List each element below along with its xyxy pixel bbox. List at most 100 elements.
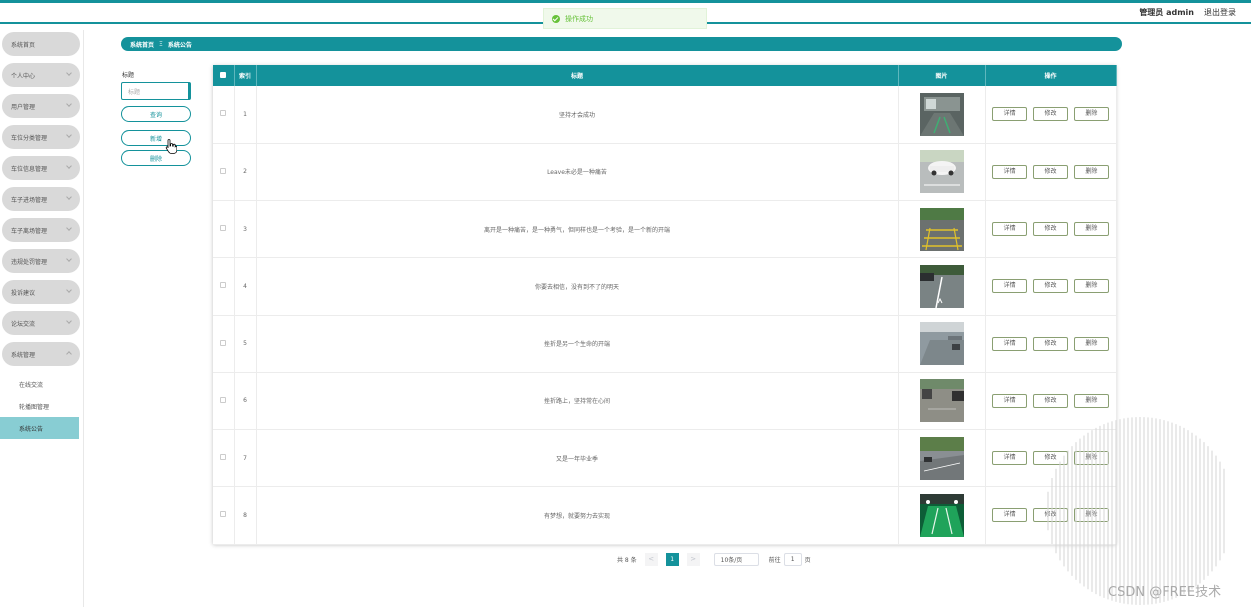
row-checkbox[interactable] (220, 511, 227, 518)
row-delete-button[interactable]: 删除 (1073, 279, 1109, 294)
chevron-down-icon (66, 70, 72, 76)
sidebar-item-label: 车子进场管理 (11, 196, 48, 204)
sidebar-item-8[interactable]: 投诉建议 (2, 280, 80, 304)
title-search-input[interactable]: 标题 (121, 82, 191, 100)
select-all-cell[interactable] (213, 65, 235, 86)
next-page-button[interactable]: > (686, 552, 700, 566)
row-title: 坚持才会成功 (256, 86, 899, 144)
row-checkbox[interactable] (220, 282, 227, 289)
row-checkbox[interactable] (220, 339, 227, 346)
row-image-cell (898, 486, 986, 545)
sidebar-item-9[interactable]: 论坛交流 (2, 311, 80, 335)
top-accent-line (0, 0, 1251, 3)
row-select-cell[interactable] (213, 143, 235, 202)
row-title: 挫折路上，坚持常在心间 (256, 372, 899, 431)
row-index: 1 (234, 86, 257, 144)
watermark: CSDN @FREE技术 (1108, 585, 1222, 600)
select-all-checkbox[interactable] (220, 71, 227, 78)
add-button[interactable]: 新增 (121, 130, 191, 146)
row-select-cell[interactable] (213, 257, 235, 316)
logout-link[interactable]: 退出登录 (1204, 7, 1236, 18)
sidebar-item-label: 系统管理 (11, 351, 36, 359)
row-delete-button[interactable]: 删除 (1073, 393, 1109, 408)
sidebar-item-1[interactable]: 个人中心 (2, 63, 80, 87)
page-size-select[interactable]: 10条/页 (713, 552, 759, 566)
row-select-cell[interactable] (213, 372, 235, 431)
row-select-cell[interactable] (213, 486, 235, 545)
row-index: 3 (234, 200, 257, 259)
sidebar-item-3[interactable]: 车位分类管理 (2, 125, 80, 149)
prev-page-button[interactable]: < (644, 552, 658, 566)
row-checkbox[interactable] (220, 167, 227, 174)
table-row: 3 离开是一种痛苦，是一种勇气，但同样也是一个考验，是一个新的开端 详情 修改 … (213, 200, 1117, 259)
edit-button[interactable]: 修改 (1033, 164, 1068, 179)
table-row: 5 挫折是另一个生命的开端 详情 修改 删除 (213, 315, 1117, 373)
table-header-row: 索引 标题 图片 操作 (213, 65, 1117, 86)
row-select-cell[interactable] (213, 315, 235, 373)
row-delete-button[interactable]: 删除 (1073, 164, 1109, 179)
row-select-cell[interactable] (213, 200, 235, 259)
chevron-down-icon (66, 256, 72, 262)
chevron-down-icon (66, 287, 72, 293)
chevron-down-icon (66, 163, 72, 169)
row-delete-button[interactable]: 删除 (1073, 222, 1109, 237)
sidebar-subitem-2[interactable]: 系统公告 (0, 417, 79, 439)
edit-button[interactable]: 修改 (1033, 222, 1068, 237)
detail-button[interactable]: 详情 (992, 279, 1028, 294)
edit-button[interactable]: 修改 (1033, 107, 1068, 122)
row-select-cell[interactable] (213, 86, 235, 144)
table-row: 2 Leave未必是一种痛苦 详情 修改 删除 (213, 143, 1117, 202)
row-index: 6 (234, 372, 257, 431)
goto-label: 前往 (768, 556, 781, 564)
detail-button[interactable]: 详情 (992, 107, 1028, 122)
success-toast: 操作成功 (543, 8, 707, 29)
row-title: 挫折是另一个生命的开端 (256, 315, 899, 373)
row-delete-button[interactable]: 删除 (1073, 107, 1109, 122)
delete-button[interactable]: 删除 (121, 150, 191, 166)
detail-button[interactable]: 详情 (992, 393, 1028, 408)
sidebar-item-label: 车子离场管理 (11, 227, 48, 235)
row-title: 有梦想，就要努力去实现 (256, 486, 899, 545)
sidebar-item-7[interactable]: 违规处罚管理 (2, 249, 80, 273)
table-row: 7 又是一年毕业季 详情 修改 删除 (213, 429, 1117, 488)
row-title: Leave未必是一种痛苦 (256, 143, 899, 202)
detail-button[interactable]: 详情 (992, 336, 1028, 351)
table-row: 8 有梦想，就要努力去实现 详情 修改 删除 (213, 486, 1117, 545)
row-checkbox[interactable] (220, 396, 227, 403)
row-index: 8 (234, 486, 257, 545)
row-actions: 详情 修改 删除 (985, 315, 1117, 373)
detail-button[interactable]: 详情 (992, 222, 1028, 237)
decorative-stripes (1047, 417, 1225, 605)
row-thumbnail (919, 92, 964, 136)
page-number-1[interactable]: 1 (665, 552, 679, 566)
sidebar-item-5[interactable]: 车子进场管理 (2, 187, 80, 211)
row-delete-button[interactable]: 删除 (1073, 336, 1109, 351)
query-button[interactable]: 查询 (121, 106, 191, 122)
row-checkbox[interactable] (220, 454, 227, 461)
row-thumbnail (919, 379, 964, 423)
sidebar-item-0[interactable]: 系统首页 (2, 32, 80, 56)
row-title: 你要去相信，没有到不了的明天 (256, 257, 899, 316)
sidebar-item-6[interactable]: 车子离场管理 (2, 218, 80, 242)
row-title: 又是一年毕业季 (256, 429, 899, 488)
detail-button[interactable]: 详情 (992, 164, 1028, 179)
edit-button[interactable]: 修改 (1033, 279, 1068, 294)
sidebar-subitem-1[interactable]: 轮播图管理 (0, 395, 79, 417)
row-select-cell[interactable] (213, 429, 235, 488)
row-checkbox[interactable] (220, 110, 227, 117)
row-checkbox[interactable] (220, 225, 227, 232)
sidebar-item-2[interactable]: 用户管理 (2, 94, 80, 118)
goto-page-input[interactable]: 1 (783, 552, 802, 566)
table-row: 6 挫折路上，坚持常在心间 详情 修改 删除 (213, 372, 1117, 431)
row-actions: 详情 修改 删除 (985, 86, 1117, 144)
sidebar-item-label: 论坛交流 (11, 320, 36, 328)
breadcrumb-home[interactable]: 系统首页 (130, 40, 154, 49)
sidebar-item-10[interactable]: 系统管理 (2, 342, 80, 366)
sidebar: 系统首页 个人中心 用户管理 车位分类管理 车位信息管理 车子进场管理 车子离场… (0, 30, 84, 607)
breadcrumb-separator-icon: Ξ (159, 40, 163, 48)
edit-button[interactable]: 修改 (1033, 336, 1068, 351)
edit-button[interactable]: 修改 (1033, 393, 1068, 408)
table-row: 1 坚持才会成功 详情 修改 删除 (213, 86, 1117, 144)
sidebar-item-4[interactable]: 车位信息管理 (2, 156, 80, 180)
sidebar-subitem-0[interactable]: 在线交流 (0, 373, 79, 395)
